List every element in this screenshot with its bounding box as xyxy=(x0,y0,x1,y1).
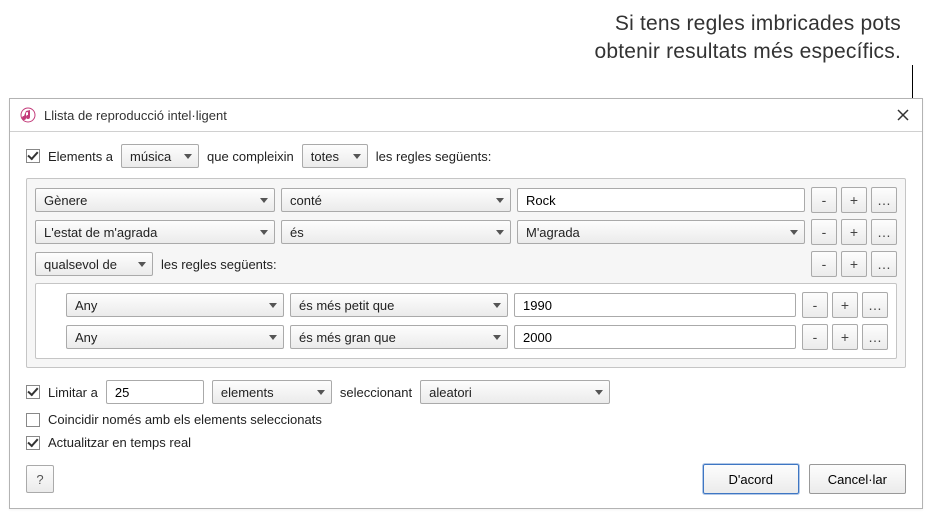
nest-rule-button[interactable]: … xyxy=(871,219,897,245)
rule-value-input[interactable] xyxy=(514,293,796,317)
rule-row: Any és més petit que - + … xyxy=(44,292,888,318)
nested-quantifier-select[interactable]: qualsevol de xyxy=(35,252,153,276)
match-mid-text: que compleixin xyxy=(207,149,294,164)
nested-trailing: les regles següents: xyxy=(161,257,277,272)
rule-row: Any és més gran que - + … xyxy=(44,324,888,350)
remove-rule-button[interactable]: - xyxy=(802,292,828,318)
limit-unit-select[interactable]: elements xyxy=(212,380,332,404)
rule-field-select[interactable]: Any xyxy=(66,293,284,317)
only-checked-checkbox[interactable] xyxy=(26,413,40,427)
smart-playlist-dialog: Llista de reproducció intel·ligent Eleme… xyxy=(9,98,923,509)
live-update-label: Actualitzar en temps real xyxy=(48,435,191,450)
limit-row: Limitar a elements seleccionant aleatori xyxy=(26,380,906,404)
nested-rules-container: Any és més petit que - + … Any és més gr… xyxy=(35,283,897,359)
match-checkbox[interactable] xyxy=(26,149,40,163)
nest-rule-button[interactable]: … xyxy=(862,292,888,318)
dialog-content: Elements a música que compleixin totes l… xyxy=(10,132,922,508)
rule-value-input[interactable] xyxy=(517,188,805,212)
only-checked-row: Coincidir només amb els elements selecci… xyxy=(26,412,906,427)
nest-rule-button[interactable]: … xyxy=(871,251,897,277)
callout-line1: Si tens regles imbricades pots xyxy=(594,10,901,38)
rules-container: Gènere conté - + … L'estat de m'agrada é… xyxy=(26,178,906,368)
add-rule-button[interactable]: + xyxy=(841,251,867,277)
callout-annotation: Si tens regles imbricades pots obtenir r… xyxy=(594,10,901,67)
add-rule-button[interactable]: + xyxy=(841,187,867,213)
add-rule-button[interactable]: + xyxy=(841,219,867,245)
ok-button[interactable]: D'acord xyxy=(703,464,799,494)
add-rule-button[interactable]: + xyxy=(832,292,858,318)
dialog-footer: ? D'acord Cancel·lar xyxy=(26,464,906,494)
rule-operator-select[interactable]: és xyxy=(281,220,511,244)
rule-row: Gènere conté - + … xyxy=(35,187,897,213)
titlebar: Llista de reproducció intel·ligent xyxy=(10,99,922,132)
close-button[interactable] xyxy=(894,106,912,124)
help-button[interactable]: ? xyxy=(26,465,54,493)
nest-rule-button[interactable]: … xyxy=(862,324,888,350)
rule-field-select[interactable]: Gènere xyxy=(35,188,275,212)
rule-field-select[interactable]: Any xyxy=(66,325,284,349)
app-icon xyxy=(20,107,36,123)
rule-value-input[interactable] xyxy=(514,325,796,349)
cancel-button[interactable]: Cancel·lar xyxy=(809,464,906,494)
rule-operator-select[interactable]: conté xyxy=(281,188,511,212)
library-select[interactable]: música xyxy=(121,144,199,168)
dialog-title: Llista de reproducció intel·ligent xyxy=(44,108,894,123)
nested-header-row: qualsevol de les regles següents: - + … xyxy=(35,251,897,277)
close-icon xyxy=(897,109,909,121)
nest-rule-button[interactable]: … xyxy=(871,187,897,213)
remove-rule-button[interactable]: - xyxy=(811,219,837,245)
rule-operator-select[interactable]: és més gran que xyxy=(290,325,508,349)
match-label: Elements a xyxy=(48,149,113,164)
rule-row: L'estat de m'agrada és M'agrada - + … xyxy=(35,219,897,245)
rule-value-select[interactable]: M'agrada xyxy=(517,220,805,244)
only-checked-label: Coincidir només amb els elements selecci… xyxy=(48,412,322,427)
callout-line2: obtenir resultats més específics. xyxy=(594,38,901,66)
limit-value-input[interactable] xyxy=(106,380,204,404)
rule-operator-select[interactable]: és més petit que xyxy=(290,293,508,317)
add-rule-button[interactable]: + xyxy=(832,324,858,350)
remove-rule-button[interactable]: - xyxy=(811,251,837,277)
match-trailing: les regles següents: xyxy=(376,149,492,164)
match-condition-row: Elements a música que compleixin totes l… xyxy=(26,144,906,168)
live-update-checkbox[interactable] xyxy=(26,436,40,450)
live-update-row: Actualitzar en temps real xyxy=(26,435,906,450)
quantifier-select[interactable]: totes xyxy=(302,144,368,168)
limit-method-select[interactable]: aleatori xyxy=(420,380,610,404)
limit-selecting-label: seleccionant xyxy=(340,385,412,400)
limit-label: Limitar a xyxy=(48,385,98,400)
remove-rule-button[interactable]: - xyxy=(811,187,837,213)
limit-checkbox[interactable] xyxy=(26,385,40,399)
remove-rule-button[interactable]: - xyxy=(802,324,828,350)
rule-field-select[interactable]: L'estat de m'agrada xyxy=(35,220,275,244)
